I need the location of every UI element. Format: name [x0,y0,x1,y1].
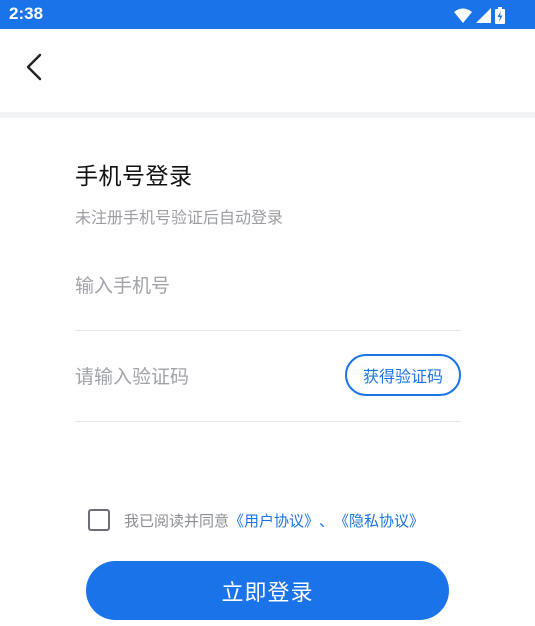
page-title: 手机号登录 [75,164,193,190]
get-code-button[interactable]: 获得验证码 [345,354,461,396]
agreement-separator: 、 [319,511,335,530]
status-icons [454,6,505,24]
page-subtitle: 未注册手机号验证后自动登录 [75,208,284,227]
user-agreement-link[interactable]: 《用户协议》 [229,510,319,531]
status-time: 2:38 [9,4,44,23]
agreement-row: 我已阅读并同意 《用户协议》 、 《隐私协议》 [88,509,424,531]
status-bar: 2:38 [0,0,535,29]
app-bar [0,29,535,112]
agreement-text: 我已阅读并同意 [124,511,230,530]
login-button[interactable]: 立即登录 [86,561,449,620]
code-field: 获得验证码 [75,354,461,422]
verification-code-input[interactable] [75,362,325,392]
phone-field [75,271,461,331]
signal-icon [476,7,491,23]
battery-charging-icon [495,6,505,24]
agreement-checkbox[interactable] [88,509,110,531]
privacy-policy-link[interactable]: 《隐私协议》 [334,510,424,531]
back-button[interactable] [16,51,52,87]
header-divider [0,112,535,118]
chevron-left-icon [24,52,44,86]
phone-input[interactable] [75,271,325,301]
wifi-icon [454,8,472,23]
